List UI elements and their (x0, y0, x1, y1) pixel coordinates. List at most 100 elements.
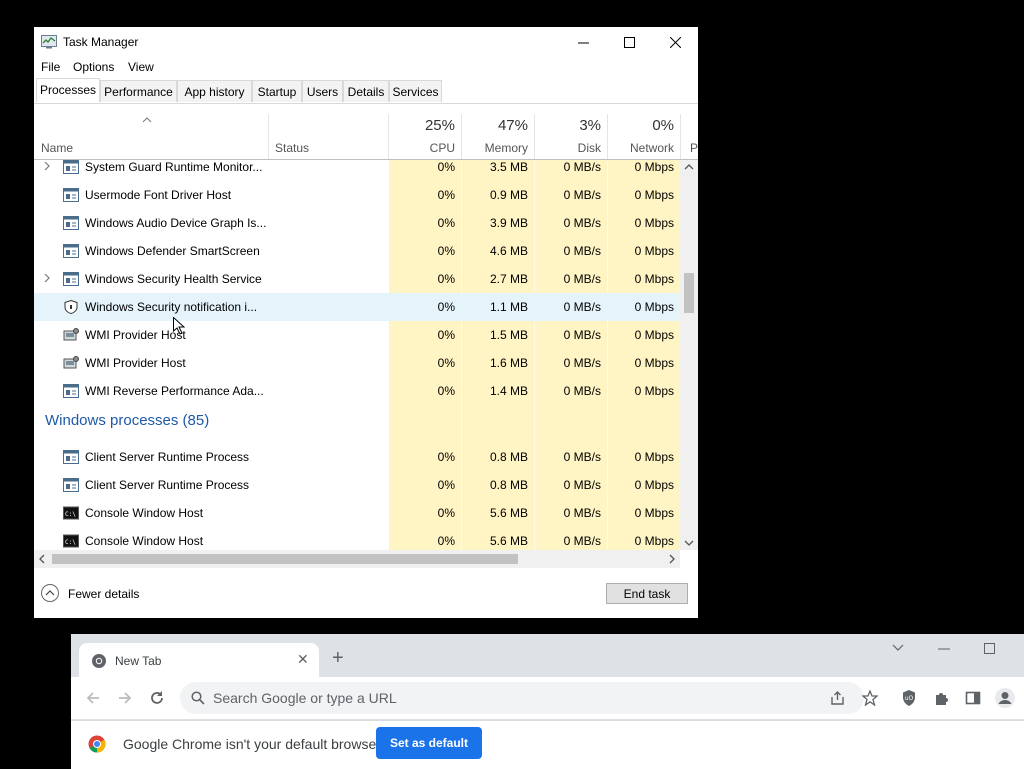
process-row[interactable]: System Guard Runtime Monitor... 0% 3.5 MB 0… (34, 160, 680, 181)
omnibox-placeholder[interactable]: Search Google or type a URL (213, 690, 397, 706)
expand-chevron-icon[interactable] (42, 272, 52, 284)
service-icon (63, 272, 79, 286)
scroll-left-icon[interactable] (38, 554, 46, 564)
cell-network: 0 Mbps (634, 188, 674, 202)
process-row[interactable]: Client Server Runtime Process 0% 0.8 MB 0 M… (34, 471, 680, 499)
menu-file[interactable]: File (41, 60, 60, 74)
ublock-shield-icon[interactable]: uO (901, 689, 917, 707)
cpu-percent[interactable]: 25% (389, 117, 455, 134)
set-as-default-button[interactable]: Set as default (376, 727, 482, 759)
minimize-button[interactable] (560, 27, 606, 57)
back-icon[interactable] (85, 690, 101, 706)
cell-memory: 5.6 MB (489, 506, 528, 520)
col-cpu[interactable]: CPU (389, 141, 455, 155)
process-row[interactable]: Windows Defender SmartScreen 0% 4.6 MB 0 MB… (34, 237, 680, 265)
close-button[interactable] (652, 27, 698, 57)
col-status[interactable]: Status (275, 141, 309, 155)
tab-new-tab[interactable]: New Tab ✕ (79, 643, 319, 677)
col-memory[interactable]: Memory (462, 141, 528, 155)
new-tab-icon[interactable]: + (332, 648, 344, 668)
tab-performance[interactable]: Performance (100, 80, 177, 102)
footer: Fewer details End task (34, 573, 698, 618)
network-percent[interactable]: 0% (608, 117, 674, 134)
col-network[interactable]: Network (608, 141, 674, 155)
vertical-scrollbar[interactable] (680, 160, 698, 550)
scroll-down-icon[interactable] (684, 539, 694, 547)
process-name: WMI Provider Host (85, 328, 186, 342)
menu-options[interactable]: Options (73, 60, 114, 74)
svg-text:C:\: C:\ (65, 539, 76, 546)
share-icon[interactable] (830, 691, 845, 706)
scroll-right-icon[interactable] (668, 554, 676, 564)
tab-close-icon[interactable]: ✕ (297, 651, 309, 668)
extensions-puzzle-icon[interactable] (933, 690, 949, 706)
service-icon (63, 384, 79, 398)
bookmark-star-icon[interactable] (862, 690, 878, 706)
process-row[interactable]: Usermode Font Driver Host 0% 0.9 MB 0 MB/s 0… (34, 181, 680, 209)
vertical-scroll-thumb[interactable] (684, 273, 694, 313)
cell-network: 0 Mbps (634, 356, 674, 370)
scroll-up-icon[interactable] (684, 163, 694, 171)
menu-view[interactable]: View (128, 60, 154, 74)
group-title: Windows processes (85) (45, 412, 210, 429)
horizontal-scrollbar[interactable] (34, 550, 680, 568)
cell-disk: 0 MB/s (563, 506, 601, 520)
title-bar[interactable]: Task Manager (34, 27, 698, 57)
col-name[interactable]: Name (41, 141, 73, 155)
maximize-icon[interactable] (984, 643, 995, 654)
cell-disk: 0 MB/s (563, 300, 601, 314)
reload-icon[interactable] (149, 690, 165, 706)
horizontal-scroll-thumb[interactable] (52, 554, 518, 564)
process-row[interactable]: Windows Security notification i... 0% 1.1 … (34, 293, 680, 321)
process-row[interactable]: C:\ Console Window Host 0% 5.6 MB 0 MB/s 0 Mb… (34, 499, 680, 527)
process-row[interactable]: Windows Audio Device Graph Is... 0% 3.9 MB… (34, 209, 680, 237)
memory-percent[interactable]: 47% (462, 117, 528, 134)
cell-cpu: 0% (437, 450, 455, 464)
tab-app-history[interactable]: App history (177, 80, 252, 102)
process-row[interactable]: WMI Provider Host 0% 1.6 MB 0 MB/s 0 Mbps (34, 349, 680, 377)
process-row[interactable]: C:\ Console Window Host 0% 5.6 MB 0 MB/s 0 Mb… (34, 527, 680, 550)
cell-disk: 0 MB/s (563, 478, 601, 492)
end-task-button[interactable]: End task (606, 583, 688, 604)
chrome-tab-icon (92, 654, 106, 668)
chevron-up-circle-icon[interactable] (41, 584, 59, 602)
maximize-button[interactable] (606, 27, 652, 57)
tab-processes[interactable]: Processes (36, 78, 100, 102)
process-row[interactable]: WMI Provider Host 0% 1.5 MB 0 MB/s 0 Mbps (34, 321, 680, 349)
cell-memory: 4.6 MB (489, 244, 528, 258)
fewer-details-link[interactable]: Fewer details (68, 587, 139, 601)
tab-details[interactable]: Details (343, 80, 389, 102)
forward-icon[interactable] (117, 690, 133, 706)
cell-network: 0 Mbps (634, 272, 674, 286)
cell-network: 0 Mbps (634, 216, 674, 230)
omnibox[interactable]: Search Google or type a URL (180, 682, 878, 714)
tab-startup[interactable]: Startup (252, 80, 302, 102)
console-icon: C:\ (63, 506, 79, 520)
expand-chevron-icon[interactable] (42, 160, 52, 172)
side-panel-icon[interactable] (965, 690, 981, 706)
cell-cpu: 0% (437, 188, 455, 202)
tab-users[interactable]: Users (302, 80, 343, 102)
cell-cpu: 0% (437, 272, 455, 286)
infobar-message: Google Chrome isn't your default browser (123, 736, 381, 752)
search-icon (191, 691, 205, 705)
col-power[interactable]: P (690, 141, 698, 155)
tab-search-icon[interactable] (892, 644, 904, 652)
tab-title: New Tab (115, 654, 162, 668)
process-row[interactable]: Windows Security Health Service 0% 2.7 MB 0… (34, 265, 680, 293)
cell-network: 0 Mbps (634, 506, 674, 520)
column-header: Name Status 25% CPU 47% Memory 3% Disk 0… (34, 114, 698, 160)
profile-avatar-icon[interactable] (994, 687, 1016, 709)
task-manager-icon (41, 35, 57, 49)
process-row[interactable]: WMI Reverse Performance Ada... 0% 1.4 MB 0 … (34, 377, 680, 405)
group-header-windows-processes[interactable]: Windows processes (85) (34, 405, 680, 437)
tab-services[interactable]: Services (389, 80, 442, 102)
minimize-icon[interactable] (938, 648, 950, 650)
col-disk[interactable]: Disk (535, 141, 601, 155)
cell-cpu: 0% (437, 534, 455, 548)
process-row[interactable]: Client Server Runtime Process 0% 0.8 MB 0 M… (34, 443, 680, 471)
task-manager-window: Task Manager File Options View Processes… (34, 27, 698, 618)
disk-percent[interactable]: 3% (535, 117, 601, 134)
service-icon (63, 478, 79, 492)
tab-strip: Processes Performance App history Startu… (34, 78, 698, 104)
